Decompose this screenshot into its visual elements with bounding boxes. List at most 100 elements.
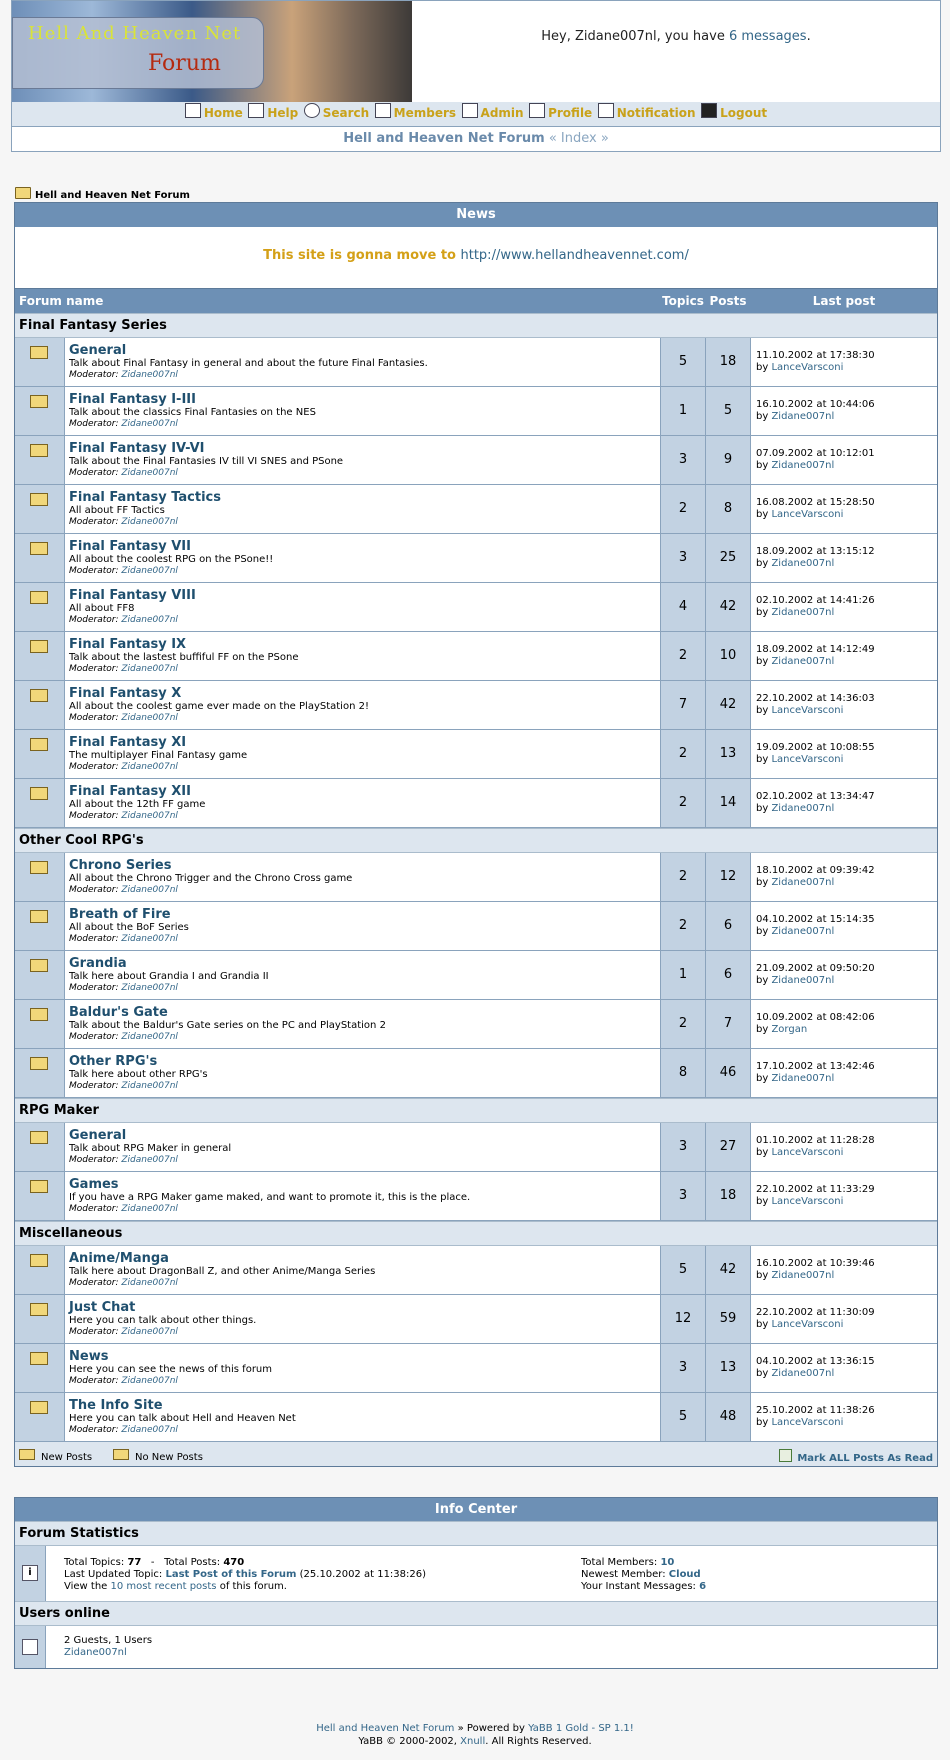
nav-admin[interactable]: Admin bbox=[461, 102, 524, 124]
moderator-link[interactable]: Zidane007nl bbox=[121, 468, 178, 478]
moderator-link[interactable]: Zidane007nl bbox=[121, 1278, 178, 1288]
last-post-author-link[interactable]: Zidane007nl bbox=[771, 460, 834, 471]
forum-path[interactable]: Hell and Heaven Net Forum bbox=[15, 187, 190, 201]
recent-posts-link[interactable]: 10 most recent posts bbox=[111, 1581, 217, 1592]
forum-title-link[interactable]: Other RPG's bbox=[69, 1054, 157, 1069]
nav-home[interactable]: Home bbox=[184, 102, 243, 124]
moderator-link[interactable]: Zidane007nl bbox=[121, 1204, 178, 1214]
last-post-author-link[interactable]: LanceVarsconi bbox=[771, 362, 843, 373]
last-post-author-link[interactable]: Zidane007nl bbox=[771, 656, 834, 667]
forum-title-link[interactable]: Chrono Series bbox=[69, 858, 171, 873]
moderator-link[interactable]: Zidane007nl bbox=[121, 1032, 178, 1042]
forum-banner[interactable]: Hell And Heaven Net Forum bbox=[12, 1, 412, 102]
last-post-author-link[interactable]: LanceVarsconi bbox=[771, 754, 843, 765]
forum-title-link[interactable]: Final Fantasy XII bbox=[69, 784, 191, 799]
breadcrumb-forum[interactable]: Hell and Heaven Net Forum bbox=[343, 131, 544, 146]
forum-status-cell bbox=[15, 779, 65, 827]
last-post-author-link[interactable]: Zidane007nl bbox=[771, 558, 834, 569]
forum-title-link[interactable]: Final Fantasy VIII bbox=[69, 588, 196, 603]
last-post-author-link[interactable]: LanceVarsconi bbox=[771, 705, 843, 716]
category-header[interactable]: Miscellaneous bbox=[15, 1221, 937, 1246]
last-post-author-link[interactable]: Zidane007nl bbox=[771, 1270, 834, 1281]
online-user-link[interactable]: Zidane007nl bbox=[64, 1647, 127, 1658]
forum-title-link[interactable]: General bbox=[69, 343, 126, 358]
nav-profile[interactable]: Profile bbox=[529, 102, 592, 124]
category-header[interactable]: Other Cool RPG's bbox=[15, 828, 937, 853]
news-link[interactable]: http://www.hellandheavennet.com/ bbox=[461, 248, 689, 263]
last-post-author-link[interactable]: LanceVarsconi bbox=[771, 1147, 843, 1158]
last-post-author-link[interactable]: Zidane007nl bbox=[771, 1073, 834, 1084]
moderator-link[interactable]: Zidane007nl bbox=[121, 419, 178, 429]
nav-label: Notification bbox=[616, 106, 696, 120]
moderator-link[interactable]: Zidane007nl bbox=[121, 713, 178, 723]
forum-title-link[interactable]: Just Chat bbox=[69, 1300, 135, 1315]
last-post-author-link[interactable]: Zidane007nl bbox=[771, 411, 834, 422]
nav-notification[interactable]: Notification bbox=[597, 102, 696, 124]
moderator-link[interactable]: Zidane007nl bbox=[121, 664, 178, 674]
forum-title-link[interactable]: Breath of Fire bbox=[69, 907, 171, 922]
forum-info-cell: Final Fantasy IX Talk about the lastest b… bbox=[65, 632, 661, 680]
last-post-author-link[interactable]: LanceVarsconi bbox=[771, 1196, 843, 1207]
last-post-author-link[interactable]: Zidane007nl bbox=[771, 607, 834, 618]
moderator-link[interactable]: Zidane007nl bbox=[121, 370, 178, 380]
forum-status-cell bbox=[15, 1000, 65, 1048]
last-post-author-link[interactable]: Zidane007nl bbox=[771, 975, 834, 986]
last-topic-link[interactable]: Last Post of this Forum bbox=[165, 1569, 296, 1580]
footer-yabb-link[interactable]: YaBB 1 Gold - SP 1.1! bbox=[528, 1723, 634, 1734]
category-header[interactable]: RPG Maker bbox=[15, 1098, 937, 1123]
forum-title-link[interactable]: Final Fantasy IX bbox=[69, 637, 186, 652]
newest-member-link[interactable]: Cloud bbox=[669, 1569, 701, 1580]
moderator-link[interactable]: Zidane007nl bbox=[121, 615, 178, 625]
nav-search[interactable]: Search bbox=[303, 102, 369, 124]
forum-title-link[interactable]: The Info Site bbox=[69, 1398, 163, 1413]
forum-title-link[interactable]: Games bbox=[69, 1177, 119, 1192]
forum-title-link[interactable]: Final Fantasy Tactics bbox=[69, 490, 221, 505]
last-post-author-link[interactable]: LanceVarsconi bbox=[771, 1417, 843, 1428]
moderator-link[interactable]: Zidane007nl bbox=[121, 1376, 178, 1386]
moderator-link[interactable]: Zidane007nl bbox=[121, 566, 178, 576]
moderator-link[interactable]: Zidane007nl bbox=[121, 1425, 178, 1435]
forum-title-link[interactable]: Final Fantasy IV-VI bbox=[69, 441, 205, 456]
forum-title-link[interactable]: Final Fantasy VII bbox=[69, 539, 191, 554]
last-post-author-link[interactable]: Zidane007nl bbox=[771, 803, 834, 814]
instant-messages-link[interactable]: 6 bbox=[699, 1581, 706, 1592]
forum-title-link[interactable]: Final Fantasy X bbox=[69, 686, 181, 701]
newest-member-line: Newest Member: Cloud bbox=[581, 1569, 701, 1580]
last-post-author-link[interactable]: LanceVarsconi bbox=[771, 1319, 843, 1330]
last-post-author-link[interactable]: Zidane007nl bbox=[771, 926, 834, 937]
moderator-link[interactable]: Zidane007nl bbox=[121, 934, 178, 944]
total-members-link[interactable]: 10 bbox=[660, 1557, 674, 1568]
last-post-author-link[interactable]: Zorgan bbox=[771, 1024, 807, 1035]
forum-title-link[interactable]: News bbox=[69, 1349, 108, 1364]
legend-no-new-posts: No New Posts bbox=[113, 1449, 203, 1463]
forum-title-link[interactable]: Baldur's Gate bbox=[69, 1005, 168, 1020]
moderator-link[interactable]: Zidane007nl bbox=[121, 885, 178, 895]
moderator-link[interactable]: Zidane007nl bbox=[121, 1081, 178, 1091]
forum-title-link[interactable]: Grandia bbox=[69, 956, 127, 971]
forum-title-link[interactable]: Anime/Manga bbox=[69, 1251, 169, 1266]
last-post-author-link[interactable]: LanceVarsconi bbox=[771, 509, 843, 520]
category-header[interactable]: Final Fantasy Series bbox=[15, 313, 937, 338]
last-post-author: by Zidane007nl bbox=[756, 1073, 834, 1084]
forum-title-link[interactable]: Final Fantasy XI bbox=[69, 735, 186, 750]
forum-title-link[interactable]: Final Fantasy I-III bbox=[69, 392, 196, 407]
nav-members[interactable]: Members bbox=[374, 102, 456, 124]
forum-info-cell: Games If you have a RPG Maker game maked,… bbox=[65, 1172, 661, 1220]
last-post-author-link[interactable]: Zidane007nl bbox=[771, 877, 834, 888]
nav-logout[interactable]: Logout bbox=[701, 102, 767, 124]
nav-help[interactable]: Help bbox=[248, 102, 298, 124]
moderator-link[interactable]: Zidane007nl bbox=[121, 811, 178, 821]
footer-forum-link[interactable]: Hell and Heaven Net Forum bbox=[316, 1723, 454, 1734]
moderator-link[interactable]: Zidane007nl bbox=[121, 762, 178, 772]
moderator-label: Moderator: bbox=[69, 664, 119, 674]
messages-link[interactable]: 6 messages bbox=[729, 29, 807, 44]
forum-title-link[interactable]: General bbox=[69, 1128, 126, 1143]
forum-posts-count: 5 bbox=[706, 387, 751, 435]
footer-xnull-link[interactable]: Xnull bbox=[460, 1736, 485, 1747]
moderator-link[interactable]: Zidane007nl bbox=[121, 1155, 178, 1165]
moderator-link[interactable]: Zidane007nl bbox=[121, 983, 178, 993]
mark-all-read-button[interactable]: Mark ALL Posts As Read bbox=[779, 1449, 933, 1464]
last-post-author-link[interactable]: Zidane007nl bbox=[771, 1368, 834, 1379]
moderator-link[interactable]: Zidane007nl bbox=[121, 517, 178, 527]
moderator-link[interactable]: Zidane007nl bbox=[121, 1327, 178, 1337]
